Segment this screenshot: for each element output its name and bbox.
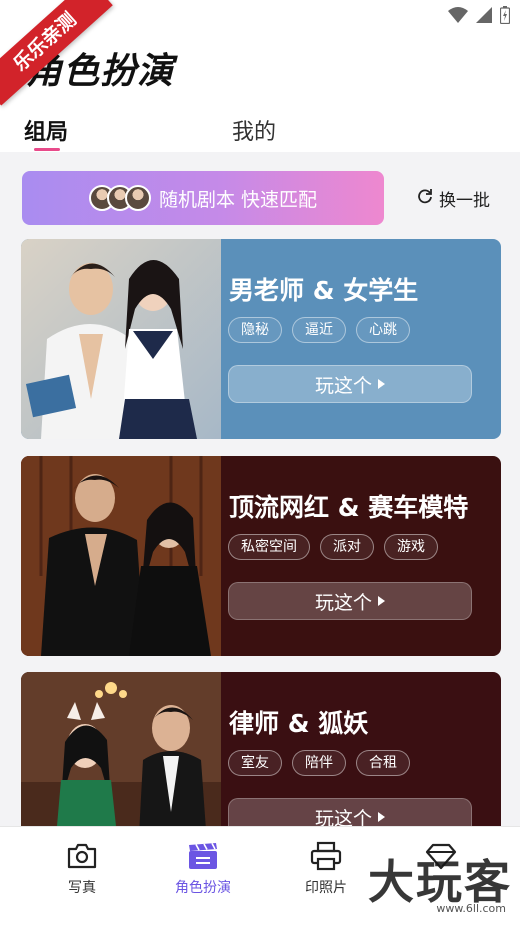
random-match-label: 随机剧本 快速匹配	[158, 188, 318, 211]
tag: 派对	[320, 534, 374, 560]
tab-bar: 组局 我的	[0, 112, 520, 152]
card-title: 男老师 & 女学生	[229, 276, 419, 305]
tag-list: 室友 陪伴 合租	[228, 750, 410, 776]
tab-group[interactable]: 组局	[24, 114, 68, 146]
printer-icon	[310, 841, 342, 871]
signal-icon	[476, 7, 492, 27]
role-card[interactable]: 顶流网红 & 赛车模特 私密空间 派对 游戏 玩这个	[21, 456, 501, 656]
play-arrow-icon	[378, 812, 385, 822]
nav-label: 角色扮演	[175, 880, 231, 896]
card-cover-image	[21, 239, 221, 439]
tag: 合租	[356, 750, 410, 776]
card-cover-image	[21, 456, 221, 656]
clapperboard-icon	[189, 843, 217, 869]
play-arrow-icon	[378, 596, 385, 606]
tag: 隐秘	[228, 317, 282, 343]
tag-list: 隐秘 逼近 心跳	[228, 317, 410, 343]
avatar	[124, 185, 151, 211]
refresh-icon	[417, 188, 433, 209]
nav-label: 印照片	[305, 880, 347, 896]
header: 角色扮演 组局 我的	[0, 34, 520, 152]
play-button[interactable]: 玩这个	[228, 582, 472, 620]
battery-icon	[499, 6, 511, 28]
play-button[interactable]: 玩这个	[228, 365, 472, 403]
play-label: 玩这个	[314, 591, 372, 614]
tag: 室友	[228, 750, 282, 776]
refresh-label: 换一批	[439, 191, 490, 211]
nav-item-roleplay[interactable]: 角色扮演	[158, 841, 248, 897]
avatar-group	[88, 185, 151, 211]
nav-item-print[interactable]: 印照片	[281, 841, 371, 897]
refresh-button[interactable]: 换一批	[417, 186, 490, 211]
tag: 陪伴	[292, 750, 346, 776]
tag: 逼近	[292, 317, 346, 343]
play-arrow-icon	[378, 379, 385, 389]
card-title: 律师 & 狐妖	[229, 709, 369, 738]
status-icons	[448, 6, 511, 28]
nav-item-photo[interactable]: 写真	[37, 841, 127, 897]
wifi-icon	[448, 7, 468, 27]
nav-label: 写真	[68, 880, 96, 896]
tag: 心跳	[356, 317, 410, 343]
camera-icon	[67, 843, 97, 869]
card-title: 顶流网红 & 赛车模特	[229, 493, 469, 522]
tag-list: 私密空间 派对 游戏	[228, 534, 438, 560]
watermark-url: www.6ll.com	[436, 902, 506, 915]
tag: 游戏	[384, 534, 438, 560]
random-match-button[interactable]: 随机剧本 快速匹配	[22, 171, 384, 225]
tab-active-indicator	[34, 148, 60, 151]
role-card[interactable]: 男老师 & 女学生 隐秘 逼近 心跳 玩这个	[21, 239, 501, 439]
tab-mine[interactable]: 我的	[232, 114, 276, 146]
play-label: 玩这个	[314, 374, 372, 397]
match-row: 随机剧本 快速匹配 换一批	[22, 171, 502, 225]
tag: 私密空间	[228, 534, 310, 560]
